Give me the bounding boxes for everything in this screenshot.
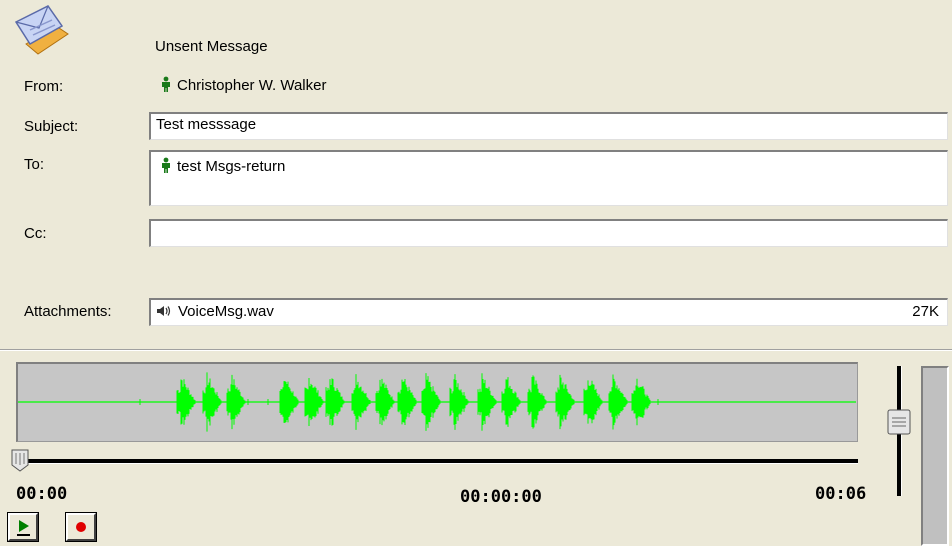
subject-field[interactable]: Test messsage <box>149 112 948 140</box>
waveform-burst <box>449 374 469 430</box>
to-recipient[interactable]: test Msgs-return <box>177 158 285 175</box>
waveform-burst <box>501 377 521 427</box>
attachment-filename[interactable]: VoiceMsg.wav <box>178 303 274 320</box>
person-icon <box>161 157 171 177</box>
cc-label: Cc: <box>24 225 47 242</box>
current-time: 00:00:00 <box>460 487 542 507</box>
waveform-display[interactable] <box>16 362 858 442</box>
to-field[interactable]: test Msgs-return <box>149 150 948 206</box>
waveform-burst <box>477 373 497 431</box>
envelope-icon <box>12 4 72 56</box>
waveform-burst <box>397 379 417 425</box>
waveform-burst <box>527 375 547 429</box>
person-icon <box>161 76 171 96</box>
scrollbar[interactable] <box>921 366 949 546</box>
attachments-field[interactable]: VoiceMsg.wav 27K <box>149 298 948 326</box>
to-label: To: <box>24 156 45 173</box>
end-time: 00:06 <box>815 484 867 504</box>
waveform-burst <box>202 372 222 432</box>
waveform-burst <box>608 374 628 430</box>
seek-track[interactable] <box>18 459 858 464</box>
attachment-size: 27K <box>912 303 939 320</box>
play-button[interactable] <box>7 512 39 542</box>
waveform-burst <box>325 378 345 426</box>
waveform-burst <box>583 380 603 424</box>
divider <box>0 349 952 351</box>
record-button[interactable] <box>65 512 97 542</box>
record-icon <box>76 522 86 532</box>
waveform-burst <box>304 378 324 426</box>
waveform-burst <box>631 378 651 426</box>
waveform-burst <box>421 373 441 431</box>
seek-thumb[interactable] <box>11 449 29 472</box>
waveform-burst <box>176 379 196 425</box>
message-status: Unsent Message <box>155 38 268 55</box>
play-icon <box>17 520 30 536</box>
from-label: From: <box>24 78 64 95</box>
start-time: 00:00 <box>16 484 68 504</box>
waveform-burst <box>375 378 395 426</box>
volume-thumb[interactable] <box>887 409 911 435</box>
waveform-burst <box>351 374 371 430</box>
cc-field[interactable] <box>149 219 948 247</box>
speaker-icon <box>156 304 172 321</box>
from-value: Christopher W. Walker <box>161 76 326 96</box>
waveform-burst <box>226 374 246 430</box>
waveform-burst <box>555 374 575 430</box>
waveform-burst <box>279 381 299 423</box>
subject-label: Subject: <box>24 118 79 135</box>
attachments-label: Attachments: <box>24 303 112 320</box>
from-name: Christopher W. Walker <box>177 76 327 94</box>
